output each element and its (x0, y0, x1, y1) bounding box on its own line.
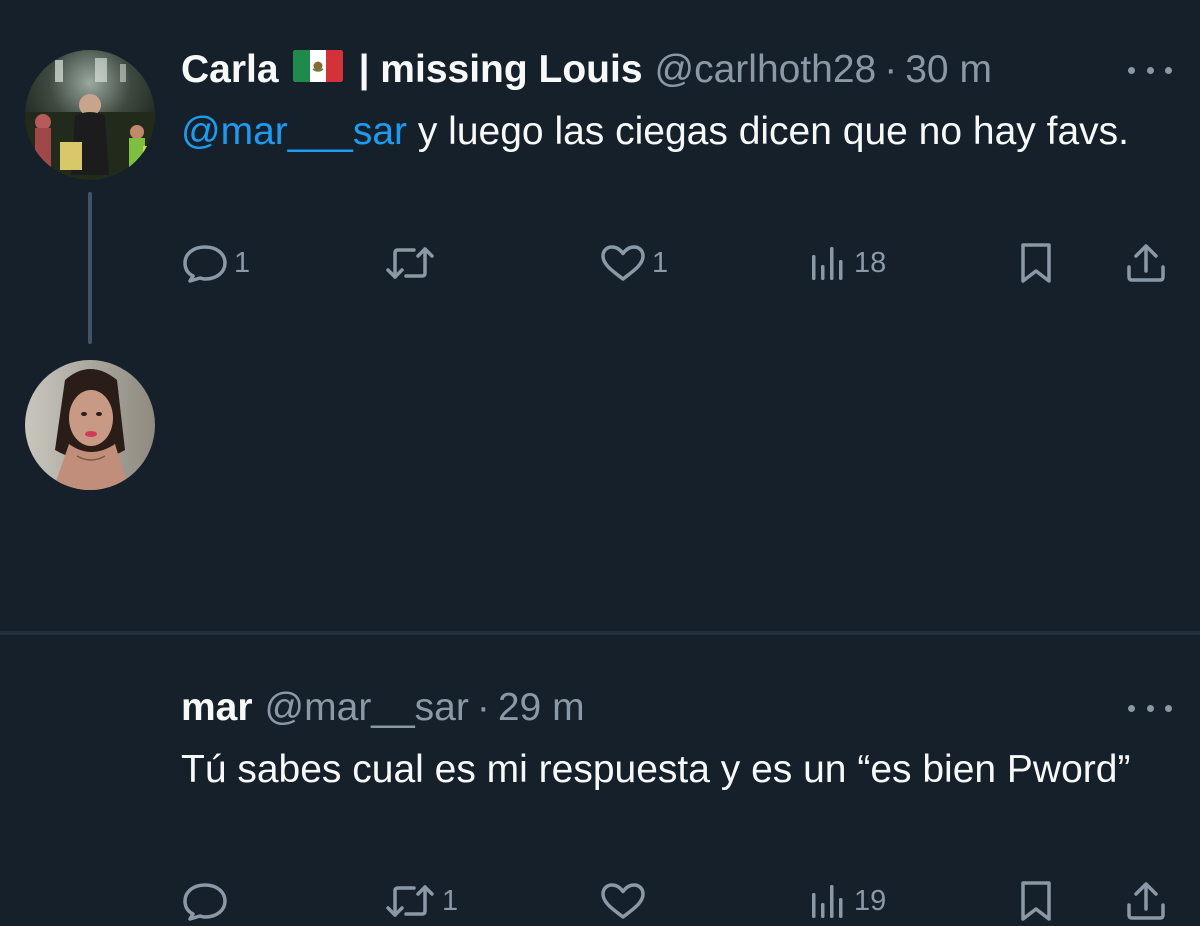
display-name[interactable]: mar (181, 686, 253, 730)
views-button[interactable]: 19 (808, 876, 886, 926)
views-count: 18 (854, 246, 887, 279)
display-name-suffix[interactable]: | missing Louis (359, 48, 643, 92)
handle[interactable]: @carlhoth28 (655, 48, 877, 92)
separator-dot: · (476, 686, 490, 729)
tweet-text: Tú sabes cual es mi respuesta y es un “e… (181, 739, 1171, 801)
reply-icon (183, 245, 227, 283)
avatar-carla[interactable] (25, 50, 155, 180)
bookmark-icon (1021, 243, 1051, 283)
display-name[interactable]: Carla (181, 48, 279, 92)
views-count: 19 (854, 884, 887, 917)
action-bar: 1 19 (0, 876, 1200, 926)
tweet-header: mar @mar__sar · 29 m (181, 686, 585, 730)
reply-icon (183, 883, 227, 921)
timestamp[interactable]: 29 m (498, 686, 585, 730)
retweet-count: 1 (442, 884, 459, 917)
reply-button[interactable] (182, 876, 234, 926)
tweet-carla[interactable]: Carla | missing Louis @carlhoth28 · 30 m… (0, 0, 1200, 344)
share-icon (1127, 882, 1165, 920)
like-button[interactable] (600, 876, 652, 926)
share-button[interactable] (1124, 238, 1168, 288)
share-button[interactable] (1124, 876, 1168, 926)
retweet-icon (386, 885, 434, 917)
bookmark-icon (1021, 881, 1051, 921)
tweet-text: @mar___sar y luego las ciegas dicen que … (181, 101, 1171, 163)
bookmark-button[interactable] (1016, 876, 1056, 926)
tweet-body: y luego las ciegas dicen que no hay favs… (407, 110, 1129, 153)
more-icon[interactable] (1128, 702, 1172, 714)
mexico-flag-icon (292, 48, 343, 92)
retweet-button[interactable] (384, 238, 442, 288)
timestamp[interactable]: 30 m (905, 48, 992, 92)
like-button[interactable]: 1 (600, 238, 668, 288)
divider (0, 631, 1200, 635)
share-icon (1127, 244, 1165, 282)
action-bar: 1 1 18 (0, 238, 1200, 288)
bookmark-button[interactable] (1016, 238, 1056, 288)
handle[interactable]: @mar__sar (265, 686, 469, 730)
tweet-mar[interactable]: mar @mar__sar · 29 m Tú sabes cual es mi… (0, 330, 1200, 921)
views-icon (812, 885, 843, 918)
reply-button[interactable]: 1 (182, 238, 250, 288)
like-count: 1 (652, 246, 669, 279)
retweet-button[interactable]: 1 (384, 876, 458, 926)
tweet-body: Tú sabes cual es mi respuesta y es un “e… (181, 748, 1131, 791)
more-icon[interactable] (1128, 64, 1172, 76)
tweet-header: Carla | missing Louis @carlhoth28 · 30 m (181, 48, 992, 92)
like-icon (601, 883, 645, 919)
separator-dot: · (884, 48, 898, 91)
like-icon (601, 245, 645, 281)
avatar-mar[interactable] (25, 360, 155, 490)
mention-link[interactable]: @mar___sar (181, 110, 407, 153)
views-icon (812, 247, 843, 280)
views-button[interactable]: 18 (808, 238, 886, 288)
reply-count: 1 (234, 246, 251, 279)
retweet-icon (386, 247, 434, 279)
